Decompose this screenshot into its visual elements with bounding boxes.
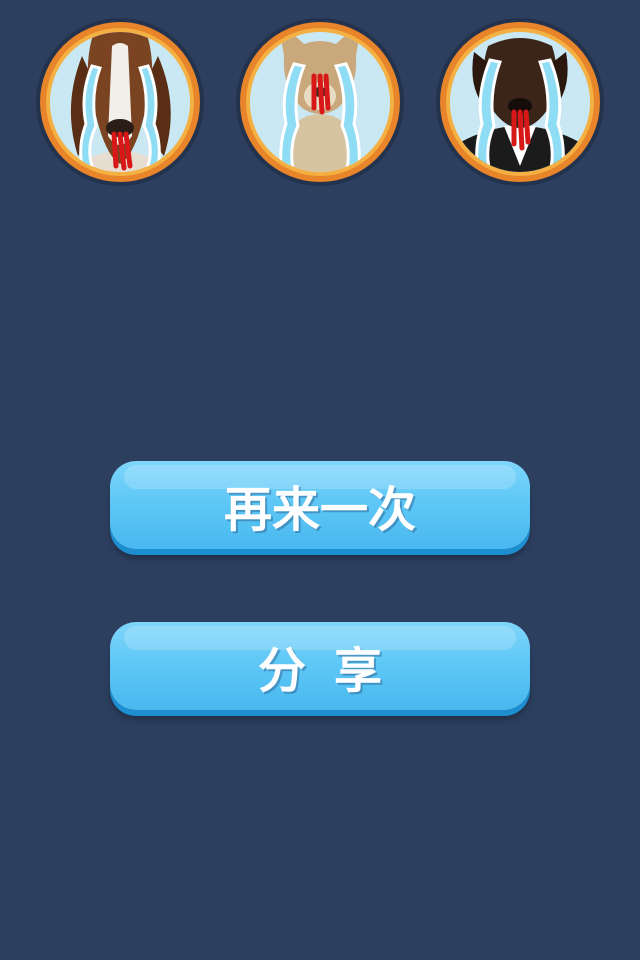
crying-kangaroo-avatar — [234, 16, 406, 188]
crying-basset-hound-avatar — [34, 16, 206, 188]
play-again-label: 再来一次 — [223, 482, 416, 538]
game-over-screen: 再来一次 分享 — [0, 0, 640, 960]
share-button[interactable]: 分享 — [110, 622, 530, 710]
play-again-button[interactable]: 再来一次 — [110, 461, 530, 549]
crying-dog-in-suit-avatar — [434, 16, 606, 188]
share-label: 分享 — [257, 643, 410, 699]
